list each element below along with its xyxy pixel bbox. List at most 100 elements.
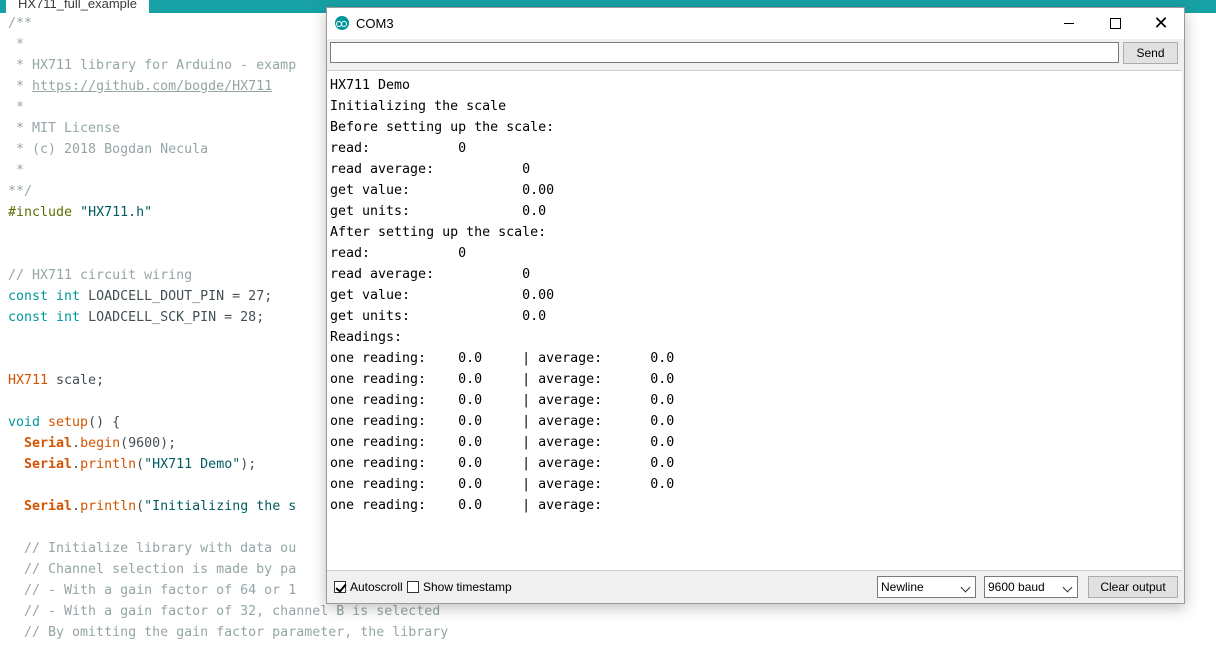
output-line: one reading: 0.0 | average: 0.0 bbox=[330, 351, 675, 366]
code-token: // Initialize library with data ou bbox=[8, 541, 297, 556]
code-line: // - With a gain factor of 64 or 1 bbox=[8, 580, 296, 601]
code-token: LOADCELL_DOUT_PIN = 27; bbox=[88, 289, 273, 304]
line-ending-select[interactable]: Newline bbox=[877, 576, 976, 598]
code-line: * bbox=[8, 34, 24, 55]
code-token: * MIT License bbox=[8, 121, 121, 136]
autoscroll-label: Autoscroll bbox=[350, 580, 403, 594]
output-line: one reading: 0.0 | average: 0.0 bbox=[330, 372, 675, 387]
output-line: get value: 0.00 bbox=[330, 288, 555, 303]
autoscroll-checkbox[interactable]: Autoscroll bbox=[334, 580, 403, 594]
show-timestamp-checkbox[interactable]: Show timestamp bbox=[407, 580, 512, 594]
code-token: HX711 bbox=[8, 373, 49, 388]
code-token: const bbox=[8, 289, 57, 304]
bottom-controls: Autoscroll Show timestamp Newline 9600 b… bbox=[327, 571, 1184, 603]
output-line: one reading: 0.0 | average: bbox=[330, 498, 603, 513]
output-line: read average: 0 bbox=[330, 267, 531, 282]
code-line: Serial.println("Initializing the s bbox=[8, 496, 296, 517]
output-line: one reading: 0.0 | average: 0.0 bbox=[330, 477, 675, 492]
serial-monitor-window: COM3 ✕ Send HX711 Demo Initializing the s… bbox=[326, 7, 1185, 604]
show-timestamp-label: Show timestamp bbox=[423, 580, 512, 594]
output-line: get units: 0.0 bbox=[330, 204, 547, 219]
code-line: // - With a gain factor of 32, channel B… bbox=[8, 601, 440, 622]
output-line: After setting up the scale: bbox=[330, 225, 547, 240]
code-line: * https://github.com/bogde/HX711 bbox=[8, 76, 272, 97]
code-token: ( bbox=[136, 457, 145, 472]
code-line: **/ bbox=[8, 181, 32, 202]
maximize-icon bbox=[1109, 18, 1121, 29]
chevron-down-icon bbox=[960, 582, 971, 593]
code-line: const int LOADCELL_DOUT_PIN = 27; bbox=[8, 286, 272, 307]
code-token: // - With a gain factor of 64 or 1 bbox=[8, 583, 297, 598]
code-token: * bbox=[8, 79, 33, 94]
output-line: read: 0 bbox=[330, 141, 467, 156]
code-line: // HX711 circuit wiring bbox=[8, 265, 192, 286]
line-ending-value: Newline bbox=[881, 580, 924, 594]
code-token: #include bbox=[8, 205, 81, 220]
code-token: int bbox=[56, 289, 89, 304]
output-line: HX711 Demo bbox=[330, 78, 411, 93]
code-token: Serial bbox=[24, 499, 73, 514]
code-token: // Channel selection is made by pa bbox=[8, 562, 297, 577]
code-token: const bbox=[8, 310, 57, 325]
code-line: void setup() { bbox=[8, 412, 120, 433]
timestamp-check-icon bbox=[407, 581, 419, 593]
close-icon: ✕ bbox=[1153, 12, 1169, 34]
code-token: // HX711 circuit wiring bbox=[8, 268, 193, 283]
serial-output[interactable]: HX711 Demo Initializing the scale Before s… bbox=[327, 70, 1182, 571]
code-token: // - With a gain factor of 32, channel B… bbox=[8, 604, 441, 619]
chevron-down-icon bbox=[1062, 582, 1073, 593]
output-line: get units: 0.0 bbox=[330, 309, 547, 324]
code-line: const int LOADCELL_SCK_PIN = 28; bbox=[8, 307, 264, 328]
output-line: Before setting up the scale: bbox=[330, 120, 555, 135]
serial-input[interactable] bbox=[330, 42, 1119, 63]
code-line: * bbox=[8, 160, 24, 181]
autoscroll-check-icon bbox=[334, 581, 346, 593]
code-token: . bbox=[72, 499, 81, 514]
send-button[interactable]: Send bbox=[1123, 42, 1178, 64]
clear-output-button[interactable]: Clear output bbox=[1088, 576, 1178, 598]
code-line: * (c) 2018 Bogdan Necula bbox=[8, 139, 208, 160]
code-line: HX711 scale; bbox=[8, 370, 104, 391]
code-token: scale; bbox=[48, 373, 105, 388]
output-line: Readings: bbox=[330, 330, 403, 345]
code-token: ( bbox=[136, 499, 145, 514]
code-line: Serial.begin(9600); bbox=[8, 433, 176, 454]
output-line: one reading: 0.0 | average: 0.0 bbox=[330, 435, 675, 450]
minimize-icon bbox=[1064, 23, 1074, 24]
code-token: * (c) 2018 Bogdan Necula bbox=[8, 142, 209, 157]
baud-rate-select[interactable]: 9600 baud bbox=[984, 576, 1078, 598]
code-line: * HX711 library for Arduino - examp bbox=[8, 55, 296, 76]
output-line: one reading: 0.0 | average: 0.0 bbox=[330, 456, 675, 471]
output-line: read average: 0 bbox=[330, 162, 531, 177]
code-token: setup bbox=[48, 415, 89, 430]
output-line: one reading: 0.0 | average: 0.0 bbox=[330, 414, 675, 429]
tab-hx711-full-example[interactable]: HX711_full_example bbox=[6, 0, 149, 13]
maximize-button[interactable] bbox=[1092, 8, 1138, 39]
code-token: (9600); bbox=[120, 436, 177, 451]
code-token: "HX711 Demo" bbox=[144, 457, 241, 472]
code-token: ); bbox=[240, 457, 257, 472]
code-token: // By omitting the gain factor parameter… bbox=[8, 625, 449, 640]
code-line: // Initialize library with data ou bbox=[8, 538, 296, 559]
title-bar[interactable]: COM3 ✕ bbox=[327, 8, 1184, 39]
code-token: "HX711.h" bbox=[80, 205, 153, 220]
output-line: read: 0 bbox=[330, 246, 467, 261]
send-row: Send bbox=[327, 39, 1184, 69]
code-token: "Initializing the s bbox=[144, 499, 297, 514]
code-line: * bbox=[8, 97, 24, 118]
code-token: . bbox=[72, 436, 81, 451]
code-token: **/ bbox=[8, 184, 33, 199]
baud-rate-value: 9600 baud bbox=[988, 580, 1045, 594]
code-token: Serial bbox=[24, 457, 73, 472]
code-token: * bbox=[8, 100, 25, 115]
code-token: begin bbox=[80, 436, 121, 451]
code-token: . bbox=[72, 457, 81, 472]
code-token: int bbox=[56, 310, 89, 325]
code-token: () { bbox=[88, 415, 121, 430]
close-button[interactable]: ✕ bbox=[1138, 8, 1184, 39]
code-token: println bbox=[80, 499, 137, 514]
minimize-button[interactable] bbox=[1046, 8, 1092, 39]
code-token: * bbox=[8, 37, 25, 52]
